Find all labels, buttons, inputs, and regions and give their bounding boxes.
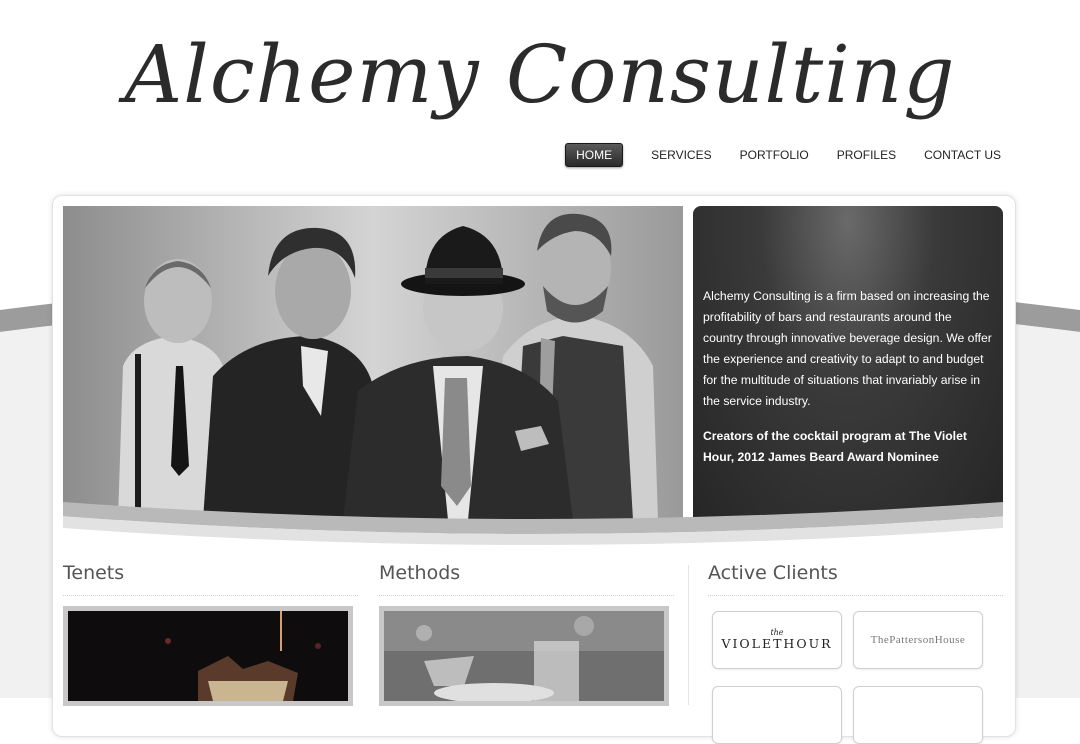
main-nav: HOME SERVICES PORTFOLIO PROFILES CONTACT… xyxy=(565,143,1001,167)
client-logo-violet-hour[interactable]: the VIOLETHOUR xyxy=(712,611,842,669)
client-logo-4[interactable] xyxy=(853,686,983,744)
site-logo[interactable]: Alchemy Consulting xyxy=(0,28,1080,121)
nav-home[interactable]: HOME xyxy=(565,143,624,167)
hero-intro-panel: Alchemy Consulting is a firm based on in… xyxy=(693,206,1003,518)
nav-profiles[interactable]: PROFILES xyxy=(837,148,896,162)
active-clients-heading: Active Clients xyxy=(708,562,838,584)
tenets-rule xyxy=(63,595,358,596)
hero-highlight: Creators of the cocktail program at The … xyxy=(703,429,967,464)
methods-rule xyxy=(379,595,674,596)
client-logo-3[interactable] xyxy=(712,686,842,744)
tenets-heading: Tenets xyxy=(63,562,125,584)
column-divider xyxy=(688,565,689,705)
methods-heading: Methods xyxy=(379,562,461,584)
client-logo-violet-name: VIOLETHOUR xyxy=(721,636,833,651)
active-clients-rule xyxy=(708,595,1003,596)
nav-services[interactable]: SERVICES xyxy=(651,148,711,162)
client-logo-patterson-name: ThePattersonHouse xyxy=(870,634,966,646)
tenets-image[interactable] xyxy=(63,606,353,706)
nav-contact-us[interactable]: CONTACT US xyxy=(924,148,1001,162)
nav-portfolio[interactable]: PORTFOLIO xyxy=(740,148,809,162)
methods-image[interactable] xyxy=(379,606,669,706)
hero-team-photo xyxy=(63,206,683,520)
hero-description: Alchemy Consulting is a firm based on in… xyxy=(703,289,992,408)
hero-swoosh xyxy=(63,502,1003,545)
client-logo-patterson-house[interactable]: ThePattersonHouse xyxy=(853,611,983,669)
